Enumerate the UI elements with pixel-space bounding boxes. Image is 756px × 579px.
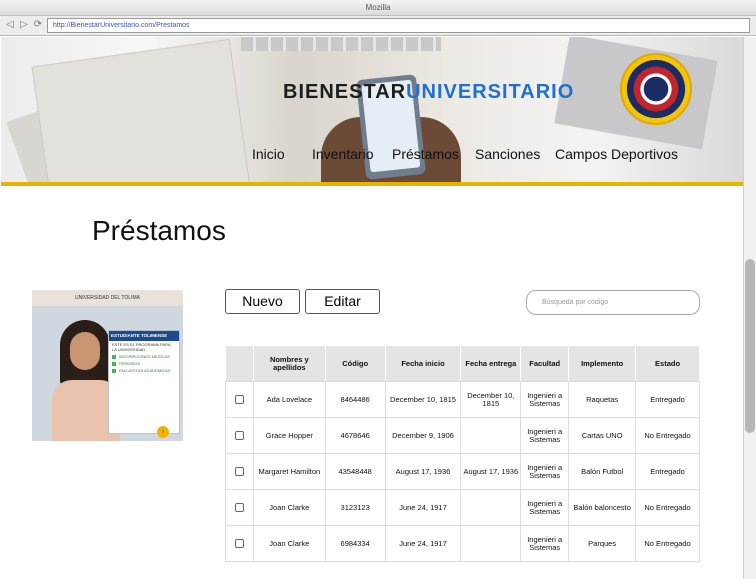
window-title: Mozilla xyxy=(0,0,756,16)
faculty-cell: Ingenieri a Sistemas xyxy=(520,417,570,454)
page-title: Préstamos xyxy=(92,215,226,246)
site-logo[interactable]: BIENESTARUNIVERSITARIO xyxy=(283,81,574,104)
faculty-cell: Ingenieri a Sistemas xyxy=(520,525,570,562)
table-header-row: Nombres y apellidos Código Fecha inicio … xyxy=(225,345,700,382)
address-bar[interactable]: http://BienestarUniversitario.com/Presta… xyxy=(47,18,750,33)
row-select-cell xyxy=(225,381,254,418)
search-input[interactable]: Búsqueda por código xyxy=(526,290,700,315)
nav-inventario[interactable]: Inventario xyxy=(312,146,373,162)
faculty-cell: Ingenieri a Sistemas xyxy=(520,489,570,526)
return-date-cell xyxy=(460,489,522,526)
edit-button[interactable]: Editar xyxy=(305,289,380,314)
start-date-cell: December 9, 1906 xyxy=(384,417,462,454)
table-row[interactable]: Joan Clarke 6984334 June 24, 1917 Ingeni… xyxy=(225,525,700,562)
select-column-header xyxy=(225,345,254,382)
return-date-cell xyxy=(460,417,522,454)
name-cell: Grace Hopper xyxy=(252,417,326,454)
row-select-cell xyxy=(225,489,254,526)
status-cell: No Entregado xyxy=(635,489,700,526)
header-hero: BIENESTARUNIVERSITARIO Inicio Inventario… xyxy=(1,37,743,186)
name-cell: Joan Clarke xyxy=(252,489,326,526)
back-icon[interactable]: ◁ xyxy=(4,19,16,31)
column-header[interactable]: Fecha inicio xyxy=(384,345,462,382)
column-header[interactable]: Implemento xyxy=(568,345,637,382)
start-date-cell: June 24, 1917 xyxy=(384,525,462,562)
nav-inicio[interactable]: Inicio xyxy=(252,146,285,162)
arrow-right-icon[interactable]: › xyxy=(157,426,169,438)
column-header[interactable]: Fecha entrega xyxy=(460,345,522,382)
return-date-cell: August 17, 1936 xyxy=(460,453,522,490)
faculty-cell: Ingenieri a Sistemas xyxy=(520,381,570,418)
scrollbar-thumb[interactable] xyxy=(745,259,755,433)
accent-stripe xyxy=(1,182,743,186)
banner-card-item: INSCRIPCIONES MEDICAS xyxy=(109,353,179,360)
banner-card: ESTUDIANTE TOLIMENSE ESTE ES EL PROGRAMA… xyxy=(108,330,180,434)
promo-banner[interactable]: UNIVERSIDAD DEL TOLIMA ESTUDIANTE TOLIME… xyxy=(32,290,183,441)
column-header[interactable]: Estado xyxy=(635,345,700,382)
row-checkbox[interactable] xyxy=(234,395,244,404)
row-checkbox[interactable] xyxy=(234,431,244,440)
status-cell: Entregado xyxy=(635,381,700,418)
table-row[interactable]: Joan Clarke 3123123 June 24, 1917 Ingeni… xyxy=(225,489,700,526)
column-header[interactable]: Nombres y apellidos xyxy=(252,345,326,382)
banner-card-text: ESTE ES EL PROGRAMA PARA LA UNIVERSIDAD xyxy=(112,342,171,352)
column-header[interactable]: Código xyxy=(324,345,386,382)
code-cell: 3123123 xyxy=(324,489,386,526)
code-cell: 6984334 xyxy=(324,525,386,562)
browser-toolbar: ◁ ▷ ⟳ http://BienestarUniversitario.com/… xyxy=(0,16,756,36)
nav-prestamos[interactable]: Préstamos xyxy=(392,146,459,162)
faculty-cell: Ingenieri a Sistemas xyxy=(520,453,570,490)
row-select-cell xyxy=(225,453,254,490)
nav-campos-deportivos[interactable]: Campos Deportivos xyxy=(555,146,678,162)
start-date-cell: June 24, 1917 xyxy=(384,489,462,526)
item-cell: Balón baloncesto xyxy=(568,489,637,526)
name-cell: Ada Lovelace xyxy=(252,381,326,418)
return-date-cell xyxy=(460,525,522,562)
row-checkbox[interactable] xyxy=(234,467,244,476)
column-header[interactable]: Facultad xyxy=(520,345,570,382)
code-cell: 8464486 xyxy=(324,381,386,418)
return-date-cell: December 10, 1815 xyxy=(460,381,522,418)
item-cell: Cartas UNO xyxy=(568,417,637,454)
table-row[interactable]: Ada Lovelace 8464486 December 10, 1815 D… xyxy=(225,381,700,418)
banner-card-title: ESTUDIANTE TOLIMENSE xyxy=(109,331,179,341)
name-cell: Margaret Hamilton xyxy=(252,453,326,490)
table-row[interactable]: Grace Hopper 4678646 December 9, 1906 In… xyxy=(225,417,700,454)
code-cell: 43548448 xyxy=(324,453,386,490)
status-cell: Entregado xyxy=(635,453,700,490)
new-button[interactable]: Nuevo xyxy=(225,289,300,314)
forward-icon[interactable]: ▷ xyxy=(18,19,30,31)
reload-icon[interactable]: ⟳ xyxy=(32,19,44,31)
row-select-cell xyxy=(225,417,254,454)
row-select-cell xyxy=(225,525,254,562)
name-cell: Joan Clarke xyxy=(252,525,326,562)
logo-text-primary: BIENESTAR xyxy=(283,81,407,103)
loans-table: Nombres y apellidos Código Fecha inicio … xyxy=(225,345,700,562)
item-cell: Balón Futbol xyxy=(568,453,637,490)
status-cell: No Entregado xyxy=(635,417,700,454)
start-date-cell: August 17, 1936 xyxy=(384,453,462,490)
nav-sanciones[interactable]: Sanciones xyxy=(475,146,540,162)
code-cell: 4678646 xyxy=(324,417,386,454)
university-seal-icon xyxy=(620,53,692,125)
banner-card-item: PERMISOS xyxy=(109,360,179,367)
banner-header: UNIVERSIDAD DEL TOLIMA xyxy=(32,290,183,306)
item-cell: Raquetas xyxy=(568,381,637,418)
keyboard-image xyxy=(241,37,441,51)
row-checkbox[interactable] xyxy=(234,503,244,512)
page-scrollbar[interactable] xyxy=(743,37,756,579)
item-cell: Parques xyxy=(568,525,637,562)
newspaper-image xyxy=(31,38,251,186)
row-checkbox[interactable] xyxy=(234,539,244,548)
table-row[interactable]: Margaret Hamilton 43548448 August 17, 19… xyxy=(225,453,700,490)
logo-text-secondary: UNIVERSITARIO xyxy=(406,81,575,103)
banner-card-item: ENCUESTAS ACADEMICAS xyxy=(109,367,179,374)
status-cell: No Entregado xyxy=(635,525,700,562)
start-date-cell: December 10, 1815 xyxy=(384,381,462,418)
